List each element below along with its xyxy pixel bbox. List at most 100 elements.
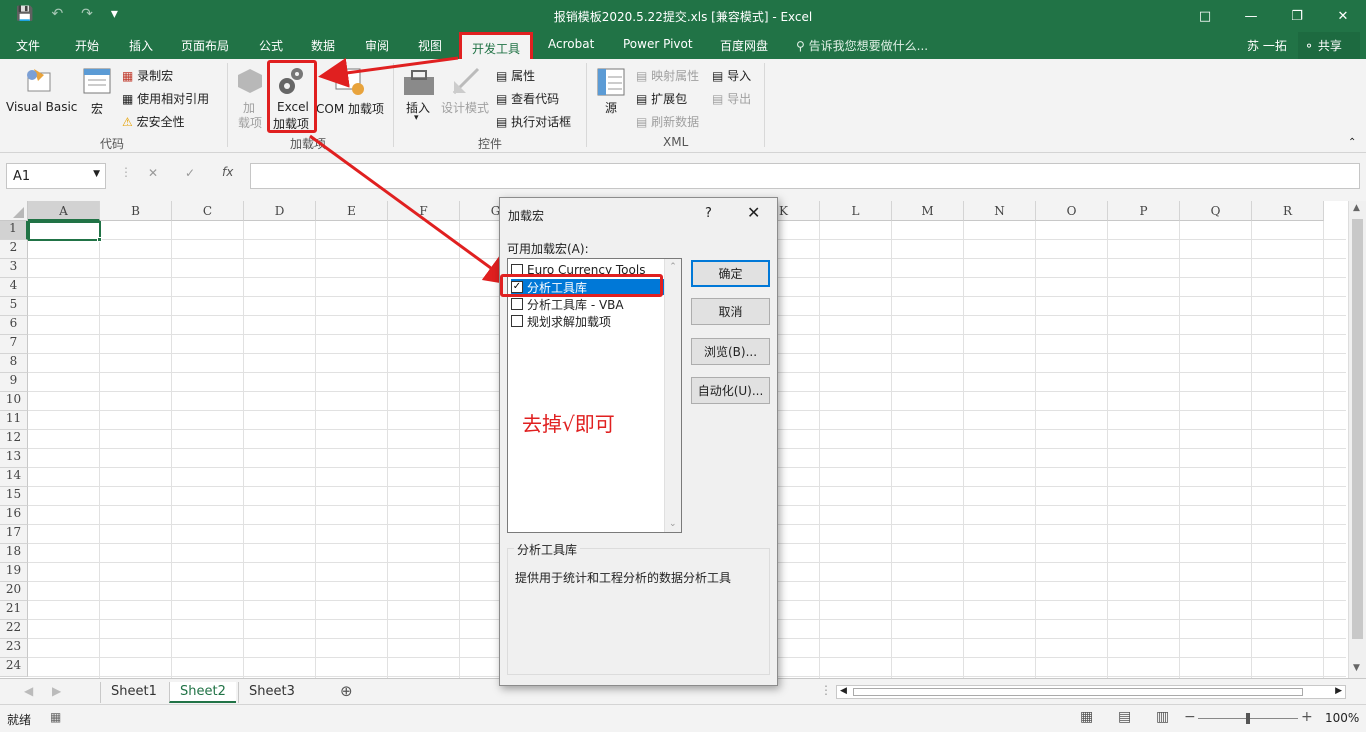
row-header[interactable]: 16: [0, 506, 28, 525]
prev-sheet-icon[interactable]: ◀: [24, 684, 33, 698]
macro-record-status-icon[interactable]: ▦: [50, 710, 61, 724]
tab-formulas[interactable]: 公式: [259, 37, 283, 54]
checkbox-solver[interactable]: [511, 315, 523, 327]
scroll-up-icon[interactable]: ▲: [1353, 203, 1360, 213]
row-header[interactable]: 21: [0, 601, 28, 620]
row-header[interactable]: 23: [0, 639, 28, 658]
tell-me-box[interactable]: ⚲ 告诉我您想要做什么...: [796, 37, 928, 54]
restore-icon[interactable]: ❐: [1274, 0, 1320, 32]
row-header[interactable]: 18: [0, 544, 28, 563]
row-header[interactable]: 12: [0, 430, 28, 449]
expansion-packs-button[interactable]: ▤ 扩展包: [636, 90, 687, 107]
tab-home[interactable]: 开始: [75, 37, 99, 54]
ok-button[interactable]: 确定: [691, 260, 770, 287]
design-mode-button[interactable]: 设计模式: [441, 99, 489, 116]
row-header[interactable]: 15: [0, 487, 28, 506]
close-icon[interactable]: ✕: [1320, 0, 1366, 32]
scroll-left-icon[interactable]: ◀: [840, 686, 847, 696]
cancel-button[interactable]: 取消: [691, 298, 770, 325]
tab-power-pivot[interactable]: Power Pivot: [623, 37, 693, 51]
name-box-dropdown-icon[interactable]: ▼: [93, 169, 100, 179]
scroll-down-icon[interactable]: ▼: [1353, 663, 1360, 673]
addin-item-solver[interactable]: 规划求解加载项: [511, 313, 664, 329]
column-header[interactable]: L: [820, 201, 892, 221]
add-sheet-icon[interactable]: ⊕: [340, 682, 353, 700]
tab-insert[interactable]: 插入: [129, 37, 153, 54]
tab-baidu-netdisk[interactable]: 百度网盘: [720, 37, 768, 54]
addin-item-analysis-toolpak-vba[interactable]: 分析工具库 - VBA: [511, 296, 664, 312]
name-box[interactable]: A1 ▼: [6, 163, 106, 189]
row-header[interactable]: 10: [0, 392, 28, 411]
tab-view[interactable]: 视图: [418, 37, 442, 54]
more-options-icon[interactable]: ⋮: [120, 165, 132, 179]
list-scroll-down-icon[interactable]: ⌄: [669, 519, 677, 529]
row-header[interactable]: 17: [0, 525, 28, 544]
row-header[interactable]: 24: [0, 658, 28, 677]
visual-basic-button[interactable]: Visual Basic: [6, 100, 77, 114]
column-header[interactable]: D: [244, 201, 316, 221]
column-header[interactable]: Q: [1180, 201, 1252, 221]
sheet-tab-2[interactable]: Sheet2: [169, 682, 236, 703]
com-addins-button[interactable]: COM 加载项: [316, 100, 384, 117]
confirm-entry-icon[interactable]: ✓: [185, 166, 195, 180]
tab-file[interactable]: 文件: [16, 37, 40, 54]
refresh-data-button[interactable]: ▤ 刷新数据: [636, 113, 699, 130]
insert-dropdown-icon[interactable]: ▾: [414, 113, 419, 123]
insert-function-icon[interactable]: fx: [222, 165, 233, 179]
next-sheet-icon[interactable]: ▶: [52, 684, 61, 698]
formula-input[interactable]: [250, 163, 1360, 189]
scroll-right-icon[interactable]: ▶: [1335, 686, 1342, 696]
column-header[interactable]: R: [1252, 201, 1324, 221]
tab-data[interactable]: 数据: [311, 37, 335, 54]
row-header[interactable]: 7: [0, 335, 28, 354]
row-header[interactable]: 2: [0, 240, 28, 259]
record-macro-button[interactable]: ▦ 录制宏: [122, 67, 173, 84]
help-button[interactable]: ?: [705, 206, 712, 221]
sheet-tab-3[interactable]: Sheet3: [238, 682, 305, 703]
macros-button[interactable]: 宏: [91, 100, 103, 117]
page-layout-view-icon[interactable]: ▤: [1118, 709, 1131, 725]
column-header[interactable]: C: [172, 201, 244, 221]
row-header[interactable]: 11: [0, 411, 28, 430]
tab-split-icon[interactable]: ⋮: [820, 683, 832, 697]
normal-view-icon[interactable]: ▦: [1080, 709, 1093, 725]
sheet-tab-1[interactable]: Sheet1: [100, 682, 167, 703]
tab-developer[interactable]: 开发工具: [459, 32, 534, 59]
browse-button[interactable]: 浏览(B)...: [691, 338, 770, 365]
macro-security-button[interactable]: ⚠ 宏安全性: [122, 113, 185, 130]
page-break-view-icon[interactable]: ▥: [1156, 709, 1169, 725]
cancel-entry-icon[interactable]: ✕: [148, 166, 158, 180]
row-header[interactable]: 13: [0, 449, 28, 468]
row-header[interactable]: 22: [0, 620, 28, 639]
column-header[interactable]: M: [892, 201, 964, 221]
view-code-button[interactable]: ▤ 查看代码: [496, 90, 559, 107]
column-header[interactable]: O: [1036, 201, 1108, 221]
column-header[interactable]: E: [316, 201, 388, 221]
select-all-corner[interactable]: [0, 201, 28, 221]
xml-import-button[interactable]: ▤ 导入: [712, 67, 751, 84]
column-header[interactable]: F: [388, 201, 460, 221]
automation-button[interactable]: 自动化(U)...: [691, 377, 770, 404]
relative-reference-button[interactable]: ▦ 使用相对引用: [122, 90, 209, 107]
fill-handle[interactable]: [97, 237, 102, 242]
row-header[interactable]: 6: [0, 316, 28, 335]
map-properties-button[interactable]: ▤ 映射属性: [636, 67, 699, 84]
minimize-icon[interactable]: —: [1228, 0, 1274, 32]
zoom-in-icon[interactable]: +: [1301, 709, 1313, 725]
tab-page-layout[interactable]: 页面布局: [181, 37, 229, 54]
column-header[interactable]: P: [1108, 201, 1180, 221]
row-header[interactable]: 20: [0, 582, 28, 601]
share-button[interactable]: ⚬ 共享: [1298, 32, 1360, 59]
zoom-out-icon[interactable]: −: [1184, 709, 1196, 725]
xml-source-button[interactable]: 源: [605, 99, 617, 116]
column-header[interactable]: A: [28, 201, 100, 221]
active-cell-a1[interactable]: [28, 221, 101, 241]
zoom-slider-thumb[interactable]: [1246, 713, 1250, 724]
user-name[interactable]: 苏 一拓: [1247, 37, 1287, 54]
addins-listbox[interactable]: Euro Currency Tools ✓ 分析工具库 分析工具库 - VBA 规…: [507, 258, 682, 533]
row-header[interactable]: 19: [0, 563, 28, 582]
list-scroll-up-icon[interactable]: ⌃: [665, 262, 681, 272]
checkbox-analysis-toolpak-vba[interactable]: [511, 298, 523, 310]
properties-button[interactable]: ▤ 属性: [496, 67, 535, 84]
run-dialog-button[interactable]: ▤ 执行对话框: [496, 113, 571, 130]
